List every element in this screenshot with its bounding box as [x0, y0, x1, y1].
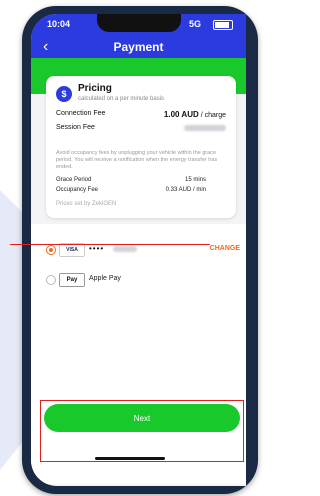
connection-fee-value: 1.00 AUD [163, 110, 199, 119]
status-time: 10:04 [47, 19, 71, 29]
visa-logo: VISA [59, 243, 85, 257]
radio-unselected[interactable] [46, 275, 56, 285]
session-fee-redacted [184, 125, 226, 131]
page-title: Payment [113, 40, 164, 54]
occupancy-note: Avoid occupancy fees by unplugging your … [56, 150, 218, 170]
card-number-redacted [113, 246, 137, 252]
battery-icon [213, 20, 233, 30]
connection-fee-label: Connection Fee [56, 110, 106, 117]
camera-notch [97, 14, 181, 32]
card-payment-option[interactable]: VISA •••• CHANGE [31, 238, 246, 262]
pricing-card: $ Pricing calculated on a per minute bas… [46, 76, 236, 218]
change-button[interactable]: CHANGE [210, 245, 240, 252]
card-number-mask: •••• [89, 244, 105, 253]
apple-pay-option[interactable]: Pay Apple Pay [31, 268, 246, 292]
dollar-icon: $ [56, 86, 72, 102]
network-label: 5G [189, 19, 202, 29]
occupancy-fee-label: Occupancy Fee [56, 187, 99, 193]
session-fee-label: Session Fee [56, 124, 95, 131]
grace-period-value: 15 mins [184, 177, 206, 183]
connection-fee-unit: / charge [200, 112, 226, 119]
occupancy-fee-value: 0.33 AUD / min [165, 187, 206, 193]
next-button[interactable]: Next [44, 404, 240, 432]
home-indicator [95, 457, 165, 460]
status-bar: 10:04 5G [31, 14, 246, 34]
apple-pay-icon: Pay [59, 273, 85, 287]
apple-pay-badge-text: Pay [66, 277, 78, 283]
pricing-subtitle: calculated on a per minute basis [78, 96, 165, 102]
highlight-underline [10, 244, 210, 245]
radio-selected[interactable] [46, 245, 56, 255]
grace-period-label: Grace Period [56, 177, 92, 183]
prices-set-by: Prices set by ZekiGEN [56, 201, 117, 207]
pricing-title: Pricing [78, 83, 112, 94]
apple-pay-label: Apple Pay [89, 275, 121, 282]
